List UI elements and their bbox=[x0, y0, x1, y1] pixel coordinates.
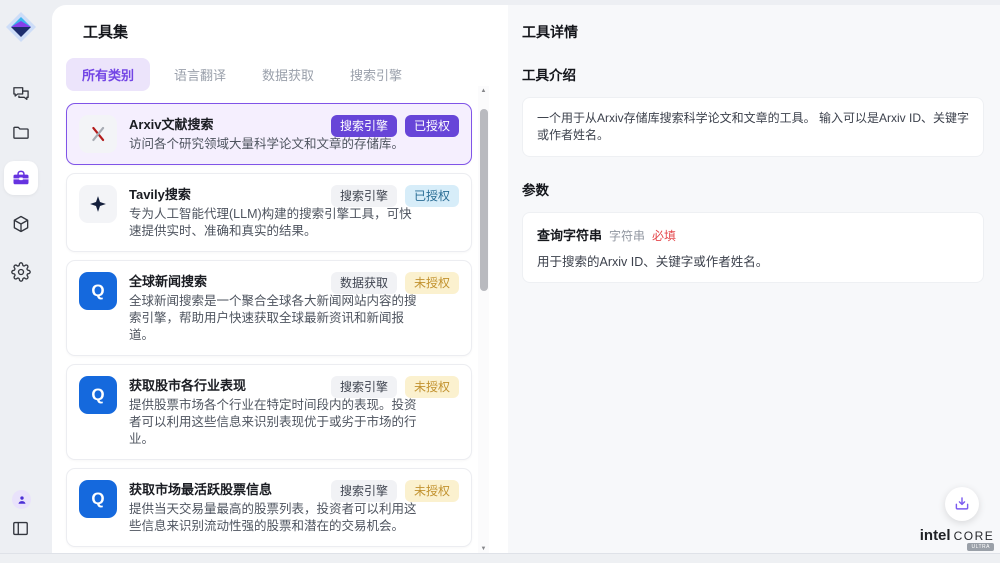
folder-icon[interactable] bbox=[11, 123, 31, 143]
auth-status-badge: 未授权 bbox=[405, 376, 459, 398]
chat-icon[interactable] bbox=[11, 84, 31, 104]
toolbox-icon bbox=[11, 168, 31, 188]
params-heading: 参数 bbox=[522, 179, 1000, 199]
tab-language-translation[interactable]: 语言翻译 bbox=[162, 58, 238, 91]
sidebar bbox=[0, 0, 52, 553]
collapse-panel-icon[interactable] bbox=[11, 519, 30, 538]
tool-description: 专为人工智能代理(LLM)构建的搜索引擎工具，可快速提供实时、准确和真实的结果。 bbox=[129, 206, 421, 240]
page-title: 工具集 bbox=[83, 21, 508, 42]
auth-status-badge: 未授权 bbox=[405, 480, 459, 502]
intro-heading: 工具介绍 bbox=[522, 64, 1000, 84]
category-badge: 数据获取 bbox=[331, 272, 397, 294]
sidebar-item-tools[interactable] bbox=[4, 161, 38, 195]
category-badge: 搜索引擎 bbox=[331, 480, 397, 502]
list-scrollbar[interactable]: ▲ ▼ bbox=[478, 86, 489, 553]
download-icon bbox=[953, 495, 971, 513]
auth-status-badge: 已授权 bbox=[405, 115, 459, 137]
tool-card-tavily[interactable]: Tavily搜索 专为人工智能代理(LLM)构建的搜索引擎工具，可快速提供实时、… bbox=[66, 173, 472, 252]
scroll-up-icon[interactable]: ▲ bbox=[478, 86, 489, 96]
scrollbar-thumb[interactable] bbox=[480, 109, 488, 291]
tool-card-list: Arxiv文献搜索 访问各个研究领域大量科学论文和文章的存储库。 搜索引擎 已授… bbox=[66, 103, 472, 553]
auth-status-badge: 未授权 bbox=[405, 272, 459, 294]
tool-description: 访问各个研究领域大量科学论文和文章的存储库。 bbox=[129, 136, 421, 153]
category-badge: 搜索引擎 bbox=[331, 376, 397, 398]
tool-description: 全球新闻搜索是一个聚合全球各大新闻网站内容的搜索引擎，帮助用户快速获取全球最新资… bbox=[129, 293, 421, 344]
tool-card-sector-performance[interactable]: Q 获取股市各行业表现 提供股票市场各个行业在特定时间段内的表现。投资者可以利用… bbox=[66, 364, 472, 460]
tab-data-acquisition[interactable]: 数据获取 bbox=[250, 58, 326, 91]
cube-icon[interactable] bbox=[11, 214, 31, 234]
detail-title: 工具详情 bbox=[522, 22, 1000, 42]
q-logo-icon: Q bbox=[79, 272, 117, 310]
core-wordmark: CORE bbox=[954, 529, 995, 543]
user-avatar[interactable] bbox=[12, 490, 31, 509]
intel-core-logo: intel CORE ULTRA bbox=[918, 527, 996, 544]
tool-description: 提供当天交易量最高的股票列表，投资者可以利用这些信息来识别流动性强的股票和潜在的… bbox=[129, 501, 421, 535]
arxiv-logo-icon bbox=[79, 115, 117, 153]
tool-card-arxiv[interactable]: Arxiv文献搜索 访问各个研究领域大量科学论文和文章的存储库。 搜索引擎 已授… bbox=[66, 103, 472, 165]
tool-card-global-news[interactable]: Q 全球新闻搜索 全球新闻搜索是一个聚合全球各大新闻网站内容的搜索引擎，帮助用户… bbox=[66, 260, 472, 356]
tool-detail-panel: 工具详情 工具介绍 一个用于从Arxiv存储库搜索科学论文和文章的工具。 输入可… bbox=[508, 5, 1000, 553]
download-button[interactable] bbox=[945, 487, 979, 521]
category-badge: 搜索引擎 bbox=[331, 115, 397, 137]
tool-description: 提供股票市场各个行业在特定时间段内的表现。投资者可以利用这些信息来识别表现优于或… bbox=[129, 397, 421, 448]
tool-card-most-active-stocks[interactable]: Q 获取市场最活跃股票信息 提供当天交易量最高的股票列表，投资者可以利用这些信息… bbox=[66, 468, 472, 547]
gear-icon[interactable] bbox=[11, 262, 31, 282]
app-logo-gem-icon bbox=[5, 11, 37, 43]
intro-text: 一个用于从Arxiv存储库搜索科学论文和文章的工具。 输入可以是Arxiv ID… bbox=[537, 110, 969, 144]
user-avatar-icon bbox=[16, 494, 28, 506]
window-bottom-edge bbox=[0, 553, 1000, 563]
category-tabs: 所有类别 语言翻译 数据获取 搜索引擎 bbox=[66, 58, 508, 91]
category-badge: 搜索引擎 bbox=[331, 185, 397, 207]
auth-status-badge: 已授权 bbox=[405, 185, 459, 207]
scroll-down-icon[interactable]: ▼ bbox=[478, 544, 489, 553]
tab-all-categories[interactable]: 所有类别 bbox=[66, 58, 150, 91]
intro-card: 一个用于从Arxiv存储库搜索科学论文和文章的工具。 输入可以是Arxiv ID… bbox=[522, 97, 984, 157]
tavily-star-logo-icon bbox=[79, 185, 117, 223]
ultra-badge: ULTRA bbox=[967, 543, 994, 551]
param-description: 用于搜索的Arxiv ID、关键字或作者姓名。 bbox=[537, 251, 969, 270]
q-logo-icon: Q bbox=[79, 480, 117, 518]
q-logo-icon: Q bbox=[79, 376, 117, 414]
tab-search-engine[interactable]: 搜索引擎 bbox=[338, 58, 414, 91]
param-card: 查询字符串 字符串 必填 用于搜索的Arxiv ID、关键字或作者姓名。 bbox=[522, 212, 984, 283]
intel-wordmark: intel bbox=[920, 527, 951, 544]
tool-list-panel: 工具集 所有类别 语言翻译 数据获取 搜索引擎 Arxiv文献搜索 访问各个研究… bbox=[52, 5, 508, 553]
param-name: 查询字符串 bbox=[537, 225, 602, 244]
param-required-flag: 必填 bbox=[652, 227, 676, 244]
param-type: 字符串 bbox=[609, 227, 645, 244]
